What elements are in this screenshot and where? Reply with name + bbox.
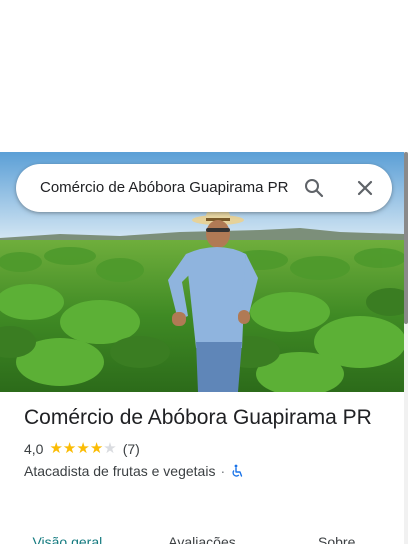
review-count[interactable]: (7) [123, 441, 140, 457]
star-icon: ★ [89, 440, 104, 457]
rating-row: 4,0 ★ ★ ★ ★ ★ (7) [24, 439, 384, 459]
star-icon: ★ [76, 440, 90, 457]
tab-sobre[interactable]: Sobre [269, 528, 404, 544]
map-area[interactable] [0, 0, 408, 152]
rating-value: 4,0 [24, 441, 44, 457]
star-rating: ★ ★ ★ ★ ★ [49, 441, 116, 457]
wheelchair-icon[interactable] [230, 464, 244, 478]
search-icon[interactable] [302, 176, 326, 200]
tab-visao-geral[interactable]: Visão geral [0, 528, 135, 544]
star-icon: ★ [49, 440, 63, 457]
scrollbar-track[interactable] [404, 152, 408, 544]
tab-avaliacoes[interactable]: Avaliações [135, 528, 270, 544]
place-tabs: Visão geral Avaliações Sobre [0, 528, 404, 544]
scrollbar-thumb[interactable] [404, 152, 408, 324]
separator-dot: · [220, 463, 226, 479]
search-input[interactable]: Comércio de Abóbora Guapirama PR [40, 164, 290, 212]
close-icon[interactable] [353, 176, 377, 200]
place-panel: Comércio de Abóbora Guapirama PR Comérci… [0, 152, 408, 544]
star-empty-icon: ★ [103, 440, 117, 457]
search-box[interactable]: Comércio de Abóbora Guapirama PR [16, 164, 392, 212]
category-row: Atacadista de frutas e vegetais · [24, 461, 384, 481]
place-info: Comércio de Abóbora Guapirama PR 4,0 ★ ★… [24, 404, 384, 481]
place-category[interactable]: Atacadista de frutas e vegetais [24, 463, 215, 479]
place-title: Comércio de Abóbora Guapirama PR [24, 406, 372, 429]
star-icon: ★ [62, 440, 77, 457]
page: Comércio de Abóbora Guapirama PR Comérci… [0, 0, 408, 544]
